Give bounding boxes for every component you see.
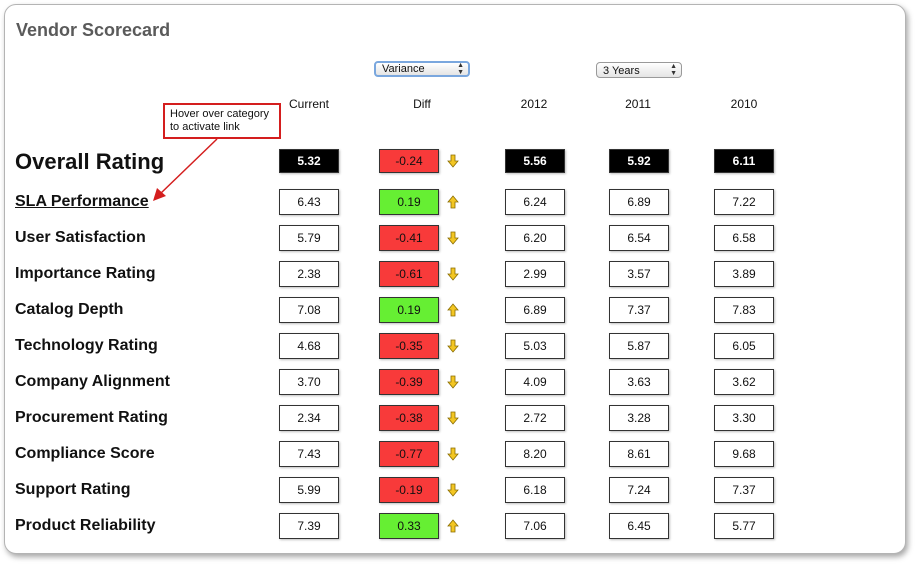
cell-2011: 5.92 (609, 149, 669, 173)
cell-2012: 6.20 (505, 225, 565, 251)
cell-2010: 7.37 (714, 477, 774, 503)
trend-up-icon (447, 519, 459, 533)
category-link[interactable]: Support Rating (15, 481, 131, 499)
cell-current: 7.39 (279, 513, 339, 539)
trend-down-icon (447, 267, 459, 281)
cell-2011: 6.89 (609, 189, 669, 215)
cell-diff: 0.19 (379, 297, 439, 323)
column-header-2012: 2012 (520, 97, 548, 111)
cell-current: 2.34 (279, 405, 339, 431)
category-link[interactable]: Compliance Score (15, 445, 155, 463)
cell-2011: 3.28 (609, 405, 669, 431)
view-select[interactable]: Variance ▲ ▼ (374, 61, 470, 77)
trend-up-icon (447, 195, 459, 209)
cell-2012: 5.56 (505, 149, 565, 173)
cell-2010: 6.11 (714, 149, 774, 173)
cell-2012: 6.18 (505, 477, 565, 503)
cell-2010: 3.89 (714, 261, 774, 287)
cell-2010: 5.77 (714, 513, 774, 539)
cell-current: 2.38 (279, 261, 339, 287)
hover-hint-line2: to activate link (170, 121, 240, 133)
cell-2012: 4.09 (505, 369, 565, 395)
cell-2011: 3.63 (609, 369, 669, 395)
cell-current: 7.43 (279, 441, 339, 467)
hover-hint-line1: Hover over category (170, 108, 270, 120)
trend-down-icon (447, 339, 459, 353)
cell-2012: 7.06 (505, 513, 565, 539)
trend-down-icon (447, 154, 459, 168)
column-header-current: Current (288, 97, 329, 111)
cell-current: 5.99 (279, 477, 339, 503)
trend-down-icon (447, 447, 459, 461)
cell-2012: 8.20 (505, 441, 565, 467)
range-select-value: 3 Years (603, 65, 640, 77)
overall-rating-label: Overall Rating (15, 149, 165, 174)
cell-diff: -0.35 (379, 333, 439, 359)
category-link[interactable]: Procurement Rating (15, 409, 168, 427)
category-link[interactable]: Catalog Depth (15, 301, 123, 319)
cell-2010: 3.62 (714, 369, 774, 395)
category-link[interactable]: SLA Performance (15, 193, 149, 211)
range-select[interactable]: 3 Years ▲ ▼ (596, 62, 682, 78)
cell-2010: 9.68 (714, 441, 774, 467)
select-arrows-icon: ▲ ▼ (670, 63, 677, 77)
cell-diff: -0.61 (379, 261, 439, 287)
trend-down-icon (447, 231, 459, 245)
select-arrows-icon: ▲ ▼ (457, 62, 464, 76)
cell-diff: -0.41 (379, 225, 439, 251)
view-select-value: Variance (382, 63, 425, 75)
cell-2012: 2.99 (505, 261, 565, 287)
cell-diff: -0.77 (379, 441, 439, 467)
cell-2012: 2.72 (505, 405, 565, 431)
cell-2010: 7.83 (714, 297, 774, 323)
category-link[interactable]: Importance Rating (15, 265, 155, 283)
cell-current: 6.43 (279, 189, 339, 215)
cell-2011: 5.87 (609, 333, 669, 359)
cell-diff: -0.39 (379, 369, 439, 395)
cell-2012: 5.03 (505, 333, 565, 359)
cell-current: 3.70 (279, 369, 339, 395)
cell-2010: 6.58 (714, 225, 774, 251)
category-link[interactable]: Technology Rating (15, 337, 158, 355)
cell-current: 4.68 (279, 333, 339, 359)
column-header-2010: 2010 (730, 97, 758, 111)
cell-current: 5.79 (279, 225, 339, 251)
trend-down-icon (447, 411, 459, 425)
column-header-diff: Diff (413, 97, 431, 111)
cell-diff: 0.33 (379, 513, 439, 539)
cell-current: 7.08 (279, 297, 339, 323)
category-link[interactable]: Company Alignment (15, 373, 170, 391)
trend-up-icon (447, 303, 459, 317)
cell-diff: -0.24 (379, 149, 439, 173)
cell-2010: 7.22 (714, 189, 774, 215)
cell-2011: 6.54 (609, 225, 669, 251)
cell-2011: 7.37 (609, 297, 669, 323)
cell-2011: 7.24 (609, 477, 669, 503)
cell-2010: 3.30 (714, 405, 774, 431)
page-title: Vendor Scorecard (16, 20, 171, 40)
category-link[interactable]: Product Reliability (15, 517, 155, 535)
category-link[interactable]: User Satisfaction (15, 229, 146, 247)
cell-diff: 0.19 (379, 189, 439, 215)
cell-2011: 8.61 (609, 441, 669, 467)
trend-down-icon (447, 483, 459, 497)
cell-diff: -0.38 (379, 405, 439, 431)
cell-2011: 6.45 (609, 513, 669, 539)
cell-2012: 6.89 (505, 297, 565, 323)
cell-2012: 6.24 (505, 189, 565, 215)
cell-2010: 6.05 (714, 333, 774, 359)
cell-current: 5.32 (279, 149, 339, 173)
hover-hint-callout: Hover over category to activate link (163, 103, 281, 139)
column-header-2011: 2011 (625, 97, 651, 111)
trend-down-icon (447, 375, 459, 389)
cell-2011: 3.57 (609, 261, 669, 287)
cell-diff: -0.19 (379, 477, 439, 503)
